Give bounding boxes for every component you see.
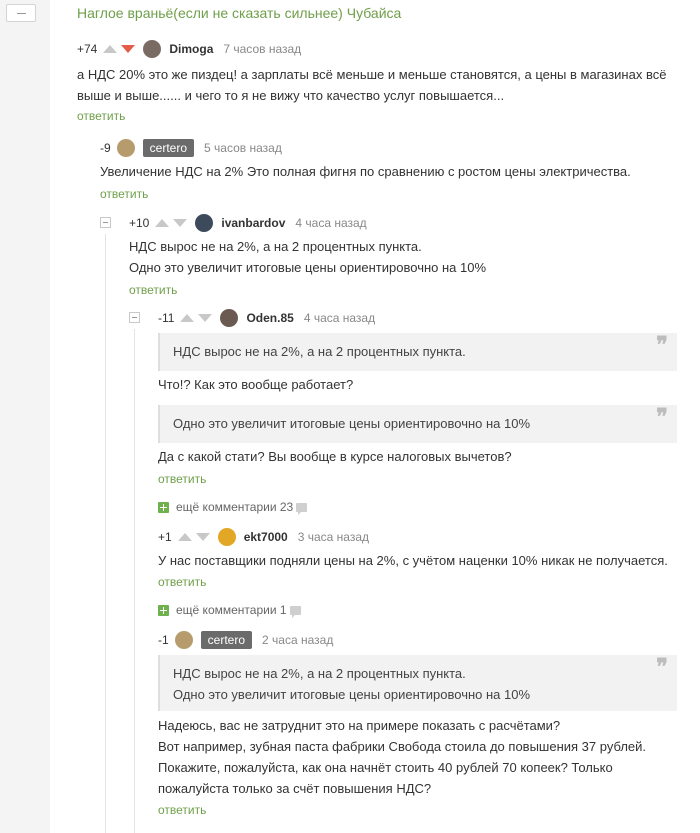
comment-author[interactable]: Dimoga <box>169 42 213 56</box>
comment-author-badge[interactable]: certero <box>142 139 195 157</box>
collapse-icon[interactable] <box>129 312 140 323</box>
reply-link[interactable]: ответить <box>77 109 125 123</box>
thread-line <box>134 329 135 833</box>
comment-text-line: Надеюсь, вас не затруднит это на примере… <box>158 718 561 733</box>
comment-text-line: Вот например, зубная паста фабрики Свобо… <box>158 739 647 754</box>
comment-text-line: выше и выше...... и чего то я не вижу чт… <box>77 88 505 103</box>
comment-author[interactable]: Oden.85 <box>246 311 293 325</box>
upvote-icon[interactable] <box>103 45 118 53</box>
reply-link[interactable]: ответить <box>158 803 206 817</box>
more-comments-count: 23 <box>279 500 294 514</box>
quote-text: Одно это увеличит итоговые цены ориентир… <box>173 687 531 702</box>
quote-block: НДС вырос не на 2%, а на 2 процентных пу… <box>158 655 677 711</box>
comment-author[interactable]: ivanbardov <box>221 216 285 230</box>
quote-text: Одно это увеличит итоговые цены ориентир… <box>173 416 531 431</box>
story-title-link[interactable]: Наглое враньё(если не сказать сильнее) Ч… <box>77 5 401 21</box>
comment-header: -9 certero 5 часов назад <box>100 138 282 158</box>
comment-text-line: Увеличение НДС на 2% Это полная фигня по… <box>100 164 631 179</box>
quote-text: НДС вырос не на 2%, а на 2 процентных пу… <box>173 344 466 359</box>
reply-link[interactable]: ответить <box>129 283 177 297</box>
comment-rating: -11 <box>158 311 175 325</box>
comment-text-line: пожалуйста только за счёт повышения НДС? <box>158 781 432 796</box>
comment-text-line: НДС вырос не на 2%, а на 2 процентных пу… <box>129 239 422 254</box>
quote-icon: ❞ <box>656 404 668 430</box>
comment-header: -11 Oden.85 4 часа назад <box>158 308 375 328</box>
reply-link[interactable]: ответить <box>158 472 206 486</box>
comment-rating: -9 <box>100 141 111 155</box>
expand-plus-icon[interactable] <box>158 501 169 513</box>
avatar[interactable] <box>220 309 239 327</box>
comment-header: +10 ivanbardov 4 часа назад <box>129 213 367 233</box>
comment-rating: +74 <box>77 42 98 56</box>
comment-text-line: Одно это увеличит итоговые цены ориентир… <box>129 260 487 275</box>
comment-text-line: а НДС 20% это же пиздец! а зарплаты всё … <box>77 67 667 82</box>
comment-rating: +1 <box>158 530 172 544</box>
comment-text-line: Что!? Как это вообще работает? <box>158 377 354 392</box>
expand-plus-icon[interactable] <box>158 604 169 616</box>
comment-time[interactable]: 7 часов назад <box>223 42 301 56</box>
comment-rating: +10 <box>129 216 150 230</box>
comment-time[interactable]: 4 часа назад <box>304 311 375 325</box>
quote-block: Одно это увеличит итоговые цены ориентир… <box>158 405 677 443</box>
avatar[interactable] <box>174 631 193 649</box>
more-comments-label: ещё комментарии <box>176 500 277 514</box>
reply-link[interactable]: ответить <box>158 575 206 589</box>
upvote-icon[interactable] <box>155 219 170 227</box>
collapse-icon[interactable] <box>100 217 111 228</box>
comment-rating: -1 <box>158 633 169 647</box>
downvote-icon[interactable] <box>195 533 210 541</box>
upvote-icon[interactable] <box>180 314 195 322</box>
quote-block: НДС вырос не на 2%, а на 2 процентных пу… <box>158 333 677 371</box>
quote-icon: ❞ <box>656 332 668 358</box>
downvote-icon[interactable] <box>173 219 188 227</box>
comment-time[interactable]: 5 часов назад <box>204 141 282 155</box>
comment-text-line: Да с какой стати? Вы вообще в курсе нало… <box>158 449 512 464</box>
comment-text-line: У нас поставщики подняли цены на 2%, с у… <box>158 553 668 568</box>
avatar[interactable] <box>217 528 236 546</box>
upvote-icon[interactable] <box>177 533 192 541</box>
comment-author[interactable]: ekt7000 <box>244 530 288 544</box>
collapse-thread-button[interactable] <box>6 4 36 22</box>
more-comments-link[interactable]: ещё комментарии 1 <box>158 603 301 618</box>
downvote-icon[interactable] <box>121 45 136 53</box>
thread-line <box>105 234 106 833</box>
comment-time[interactable]: 3 часа назад <box>298 530 369 544</box>
comment-bubble-icon <box>289 605 301 618</box>
more-comments-label: ещё комментарии <box>176 603 277 617</box>
reply-link[interactable]: ответить <box>100 187 148 201</box>
comment-author-badge[interactable]: certero <box>200 631 253 649</box>
comment-header: +74 Dimoga 7 часов назад <box>77 39 301 59</box>
comment-text-line: Покажите, пожалуйста, как она начнёт сто… <box>158 760 613 775</box>
more-comments-link[interactable]: ещё комментарии 23 <box>158 500 308 515</box>
avatar[interactable] <box>116 139 135 157</box>
downvote-icon[interactable] <box>198 314 213 322</box>
quote-icon: ❞ <box>656 654 668 680</box>
comment-time[interactable]: 2 часа назад <box>262 633 333 647</box>
left-rail <box>0 0 50 833</box>
avatar[interactable] <box>195 214 214 232</box>
more-comments-count: 1 <box>279 603 287 617</box>
comment-bubble-icon <box>296 502 308 515</box>
comment-time[interactable]: 4 часа назад <box>295 216 366 230</box>
comment-header: -1 certero 2 часа назад <box>158 630 333 650</box>
comment-header: +1 ekt7000 3 часа назад <box>158 527 369 547</box>
avatar[interactable] <box>143 40 162 58</box>
quote-text: НДС вырос не на 2%, а на 2 процентных пу… <box>173 666 466 681</box>
